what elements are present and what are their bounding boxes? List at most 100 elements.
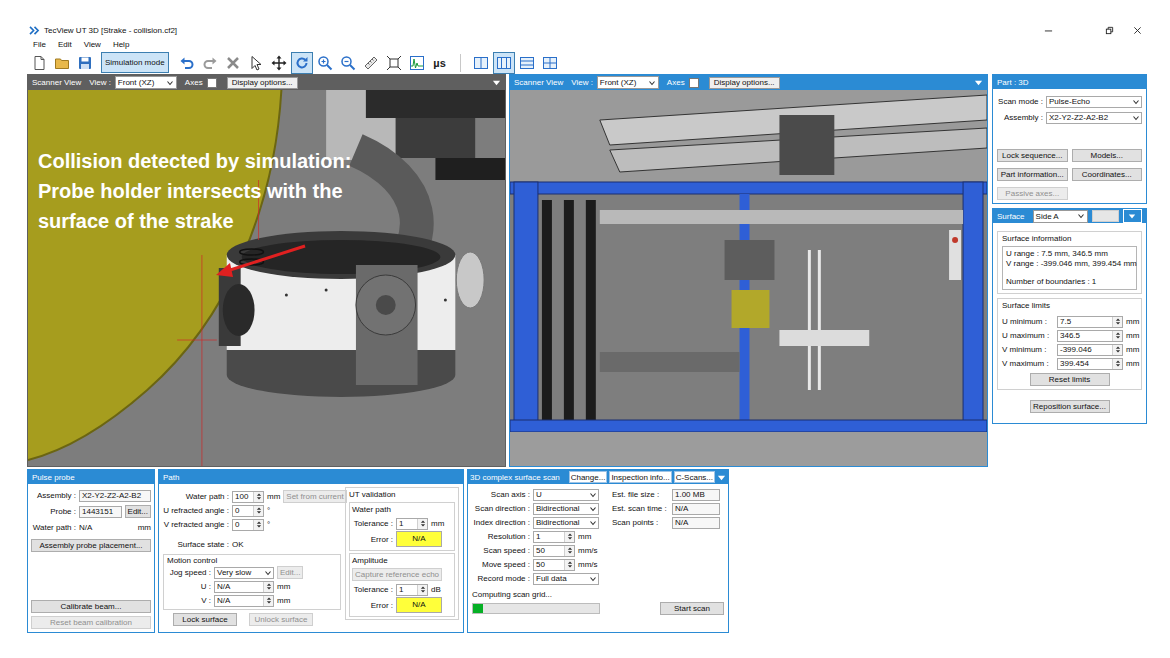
scan-tab-button[interactable]: Change... — [569, 471, 608, 483]
restore-icon[interactable] — [1105, 26, 1114, 35]
view-dropdown[interactable]: Front (XZ) — [115, 76, 177, 89]
part-button[interactable]: Models... — [1072, 149, 1143, 162]
redo-button[interactable] — [199, 52, 221, 74]
spin-box[interactable]: 346.5 — [1057, 330, 1123, 342]
layout3-button[interactable] — [516, 52, 538, 74]
view-menu-icon[interactable] — [492, 78, 501, 87]
spin-buttons[interactable] — [1112, 317, 1122, 327]
ruler-button[interactable] — [360, 52, 382, 74]
3d-viewport[interactable] — [510, 90, 987, 466]
spin-buttons[interactable] — [417, 585, 427, 595]
spin-buttons[interactable] — [253, 506, 263, 516]
calibration-button[interactable]: Calibrate beam... — [31, 600, 151, 613]
spin-buttons[interactable] — [1112, 331, 1122, 341]
dropdown[interactable]: X2-Y2-Z2-A2-B2 — [1046, 112, 1142, 124]
spin-box[interactable]: 7.5 — [1057, 316, 1123, 328]
start-scan-button[interactable]: Start scan — [660, 602, 724, 615]
panel-menu-icon[interactable] — [717, 473, 726, 482]
lock-button[interactable]: Unlock surface — [249, 613, 313, 626]
display-options-button[interactable]: Display options... — [227, 77, 298, 89]
spin-buttons[interactable] — [1112, 359, 1122, 369]
rotate-button[interactable] — [291, 52, 313, 74]
scan-tab-button[interactable]: Inspection info... — [609, 471, 671, 483]
chevron-down-icon — [1132, 98, 1140, 106]
close-icon[interactable] — [1133, 26, 1142, 35]
zoomout-button[interactable] — [337, 52, 359, 74]
microseconds-button[interactable]: µs — [429, 52, 451, 74]
reposition-surface-button[interactable]: Reposition surface... — [1030, 400, 1110, 413]
spin-box[interactable]: -399.046 — [1057, 344, 1123, 356]
calibration-button[interactable]: Reset beam calibration — [31, 616, 151, 629]
spin-buttons[interactable] — [263, 596, 273, 606]
wave-button[interactable] — [406, 52, 428, 74]
field-button[interactable]: Edit... — [125, 505, 151, 518]
capture-reference-button[interactable]: Capture reference echo — [352, 568, 442, 581]
axes-checkbox[interactable] — [207, 78, 217, 88]
lock-button[interactable]: Lock surface — [173, 613, 237, 626]
menu-item[interactable]: Edit — [54, 40, 76, 49]
spin-box[interactable]: 100 — [232, 491, 264, 503]
part-button[interactable]: Lock sequence... — [997, 149, 1068, 162]
spin-buttons[interactable] — [253, 492, 263, 502]
simulation-mode-button[interactable]: Simulation mode — [101, 52, 169, 73]
pointer-button[interactable] — [245, 52, 267, 74]
dropdown[interactable]: U — [533, 489, 599, 501]
undo-button[interactable] — [176, 52, 198, 74]
display-options-button[interactable]: Display options... — [709, 77, 780, 89]
dropdown[interactable]: Full data — [533, 573, 599, 585]
dropdown[interactable]: Pulse-Echo — [1046, 96, 1142, 108]
spin-buttons[interactable] — [253, 520, 263, 530]
form-row: Scan speed :50mm/s — [472, 544, 604, 557]
save-button[interactable] — [74, 52, 96, 74]
spin-buttons[interactable] — [564, 560, 574, 570]
fit-button[interactable] — [383, 52, 405, 74]
view-menu-icon[interactable] — [974, 78, 983, 87]
spin-box[interactable]: 1 — [396, 584, 428, 596]
surface-side-button[interactable] — [1092, 210, 1119, 222]
menu-item[interactable]: File — [29, 40, 50, 49]
surface-side-dropdown[interactable]: Side A — [1033, 210, 1089, 223]
spin-box[interactable]: 50 — [533, 559, 575, 571]
spin-box[interactable]: 1 — [533, 531, 575, 543]
spin-buttons[interactable] — [263, 582, 273, 592]
dropdown[interactable]: Bidirectional — [533, 503, 599, 515]
new-button[interactable] — [28, 52, 50, 74]
layout2-button[interactable] — [493, 52, 515, 74]
view-dropdown[interactable]: Front (XZ) — [597, 76, 659, 89]
menu-item[interactable]: Help — [109, 40, 133, 49]
spin-box[interactable]: N/A — [214, 595, 274, 607]
spin-box[interactable]: 0 — [232, 505, 264, 517]
spin-buttons[interactable] — [417, 519, 427, 529]
layout1-button[interactable] — [470, 52, 492, 74]
spin-box[interactable]: 1 — [396, 518, 428, 530]
scanner-view[interactable]: Scanner ViewView :Front (XZ)AxesDisplay … — [27, 74, 506, 467]
minimize-icon[interactable] — [1044, 26, 1053, 35]
scanner-view[interactable]: Scanner ViewView :Front (XZ)AxesDisplay … — [509, 74, 988, 467]
spin-box[interactable]: 0 — [232, 519, 264, 531]
zoomin-button[interactable] — [314, 52, 336, 74]
field-button[interactable]: Edit... — [277, 566, 303, 579]
scan-tab-button[interactable]: C-Scans... — [674, 471, 715, 483]
axes-checkbox[interactable] — [689, 78, 699, 88]
spin-box[interactable]: N/A — [214, 581, 274, 593]
dropdown[interactable]: Very slow — [214, 567, 274, 579]
open-button[interactable] — [51, 52, 73, 74]
spin-buttons[interactable] — [564, 546, 574, 556]
3d-viewport[interactable]: Collision detected by simulation:Probe h… — [28, 90, 505, 466]
spin-box[interactable]: 399.454 — [1057, 358, 1123, 370]
panel-menu-button[interactable] — [1123, 209, 1142, 223]
move-button[interactable] — [268, 52, 290, 74]
part-button[interactable]: Passive axes... — [997, 187, 1068, 200]
field-button[interactable]: Set from current — [283, 490, 346, 503]
spin-buttons[interactable] — [564, 532, 574, 542]
part-button[interactable]: Coordinates... — [1072, 168, 1143, 181]
part-button[interactable]: Part information... — [997, 168, 1068, 181]
delete-button[interactable] — [222, 52, 244, 74]
dropdown[interactable]: Bidirectional — [533, 517, 599, 529]
spin-buttons[interactable] — [1112, 345, 1122, 355]
layout4-button[interactable] — [539, 52, 561, 74]
spin-box[interactable]: 50 — [533, 545, 575, 557]
reset-limits-button[interactable]: Reset limits — [1030, 373, 1110, 386]
probe-placement-button[interactable]: Assembly probe placement... — [31, 539, 151, 552]
menu-item[interactable]: View — [80, 40, 105, 49]
